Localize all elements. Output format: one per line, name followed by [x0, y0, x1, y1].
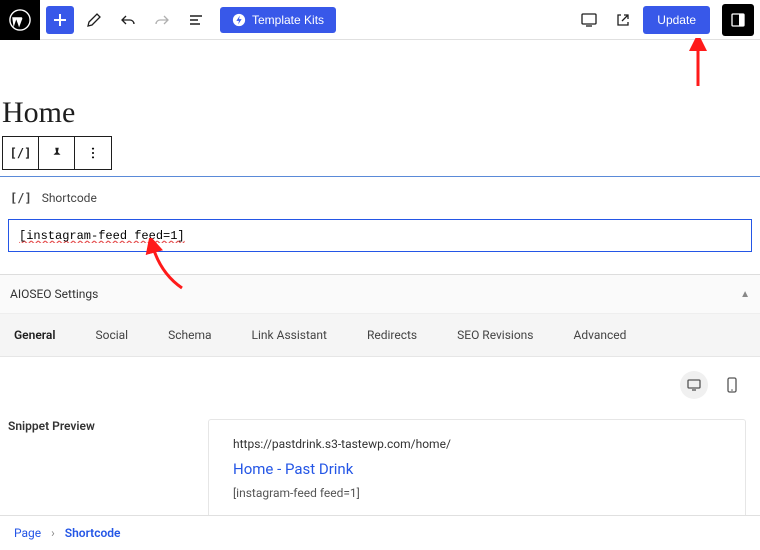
shortcode-input[interactable]	[19, 229, 741, 243]
preview-mobile-button[interactable]	[718, 371, 746, 399]
external-link-icon	[615, 12, 631, 28]
aioseo-tabs: General Social Schema Link Assistant Red…	[0, 314, 760, 357]
block-more-cell[interactable]	[75, 137, 111, 169]
tab-general[interactable]: General	[14, 328, 55, 342]
template-kits-label: Template Kits	[252, 13, 324, 27]
aioseo-panel: AIOSEO Settings ▲ General Social Schema …	[0, 274, 760, 519]
block-move-cell[interactable]	[39, 137, 75, 169]
snippet-title: Home - Past Drink	[233, 456, 721, 483]
view-desktop-button[interactable]	[575, 6, 603, 34]
shortcode-icon: [/]	[10, 146, 32, 160]
preview-device-row	[0, 357, 760, 399]
open-external-button[interactable]	[609, 6, 637, 34]
more-vertical-icon	[86, 146, 100, 160]
block-type-cell[interactable]: [/]	[3, 137, 39, 169]
block-toolbar: [/]	[2, 136, 112, 170]
redo-button[interactable]	[148, 6, 176, 34]
annotation-arrow	[688, 38, 708, 88]
monitor-icon	[686, 377, 702, 393]
tab-redirects[interactable]: Redirects	[367, 328, 417, 342]
block-type-label: Shortcode	[42, 191, 97, 205]
undo-button[interactable]	[114, 6, 142, 34]
add-block-button[interactable]	[46, 6, 74, 34]
settings-panel-toggle[interactable]	[722, 4, 754, 36]
undo-icon	[120, 12, 136, 28]
snippet-preview-label: Snippet Preview	[8, 419, 188, 519]
desktop-icon	[580, 11, 598, 29]
update-button[interactable]: Update	[643, 6, 710, 34]
bolt-icon	[232, 13, 246, 27]
breadcrumb-root[interactable]: Page	[14, 526, 41, 540]
list-icon	[188, 12, 204, 28]
aioseo-panel-title: AIOSEO Settings	[10, 287, 98, 301]
wordpress-icon	[9, 9, 31, 31]
collapse-icon: ▲	[740, 289, 750, 300]
preview-desktop-button[interactable]	[680, 371, 708, 399]
tab-seo-revisions[interactable]: SEO Revisions	[457, 328, 533, 342]
block-edit-area: [/] Shortcode	[0, 177, 760, 260]
wordpress-logo[interactable]	[0, 0, 40, 40]
breadcrumb: Page › Shortcode	[0, 515, 760, 550]
edit-mode-button[interactable]	[80, 6, 108, 34]
update-label: Update	[657, 13, 696, 27]
template-kits-button[interactable]: Template Kits	[220, 7, 336, 33]
editor-toolbar: Template Kits Update	[0, 0, 760, 40]
pencil-icon	[86, 12, 102, 28]
sidebar-icon	[730, 12, 746, 28]
chevron-right-icon: ›	[51, 526, 55, 540]
snippet-preview-box: https://pastdrink.s3-tastewp.com/home/ H…	[208, 419, 746, 519]
block-header: [/] Shortcode	[10, 191, 752, 205]
redo-icon	[154, 12, 170, 28]
shortcode-icon: [/]	[10, 191, 32, 205]
mobile-icon	[726, 377, 738, 393]
snippet-url: https://pastdrink.s3-tastewp.com/home/	[233, 434, 721, 456]
tab-link-assistant[interactable]: Link Assistant	[252, 328, 327, 342]
tab-schema[interactable]: Schema	[168, 328, 211, 342]
plus-icon	[52, 12, 68, 28]
document-overview-button[interactable]	[182, 6, 210, 34]
aioseo-panel-header[interactable]: AIOSEO Settings ▲	[0, 274, 760, 314]
snippet-meta: [instagram-feed feed=1]	[233, 483, 721, 505]
page-title[interactable]: Home	[2, 96, 760, 130]
tab-advanced[interactable]: Advanced	[574, 328, 627, 342]
pushpin-icon	[50, 146, 64, 160]
snippet-preview-row: Snippet Preview https://pastdrink.s3-tas…	[0, 399, 760, 519]
breadcrumb-current[interactable]: Shortcode	[65, 526, 121, 540]
shortcode-field-wrap	[8, 219, 752, 252]
tab-social[interactable]: Social	[95, 328, 128, 342]
